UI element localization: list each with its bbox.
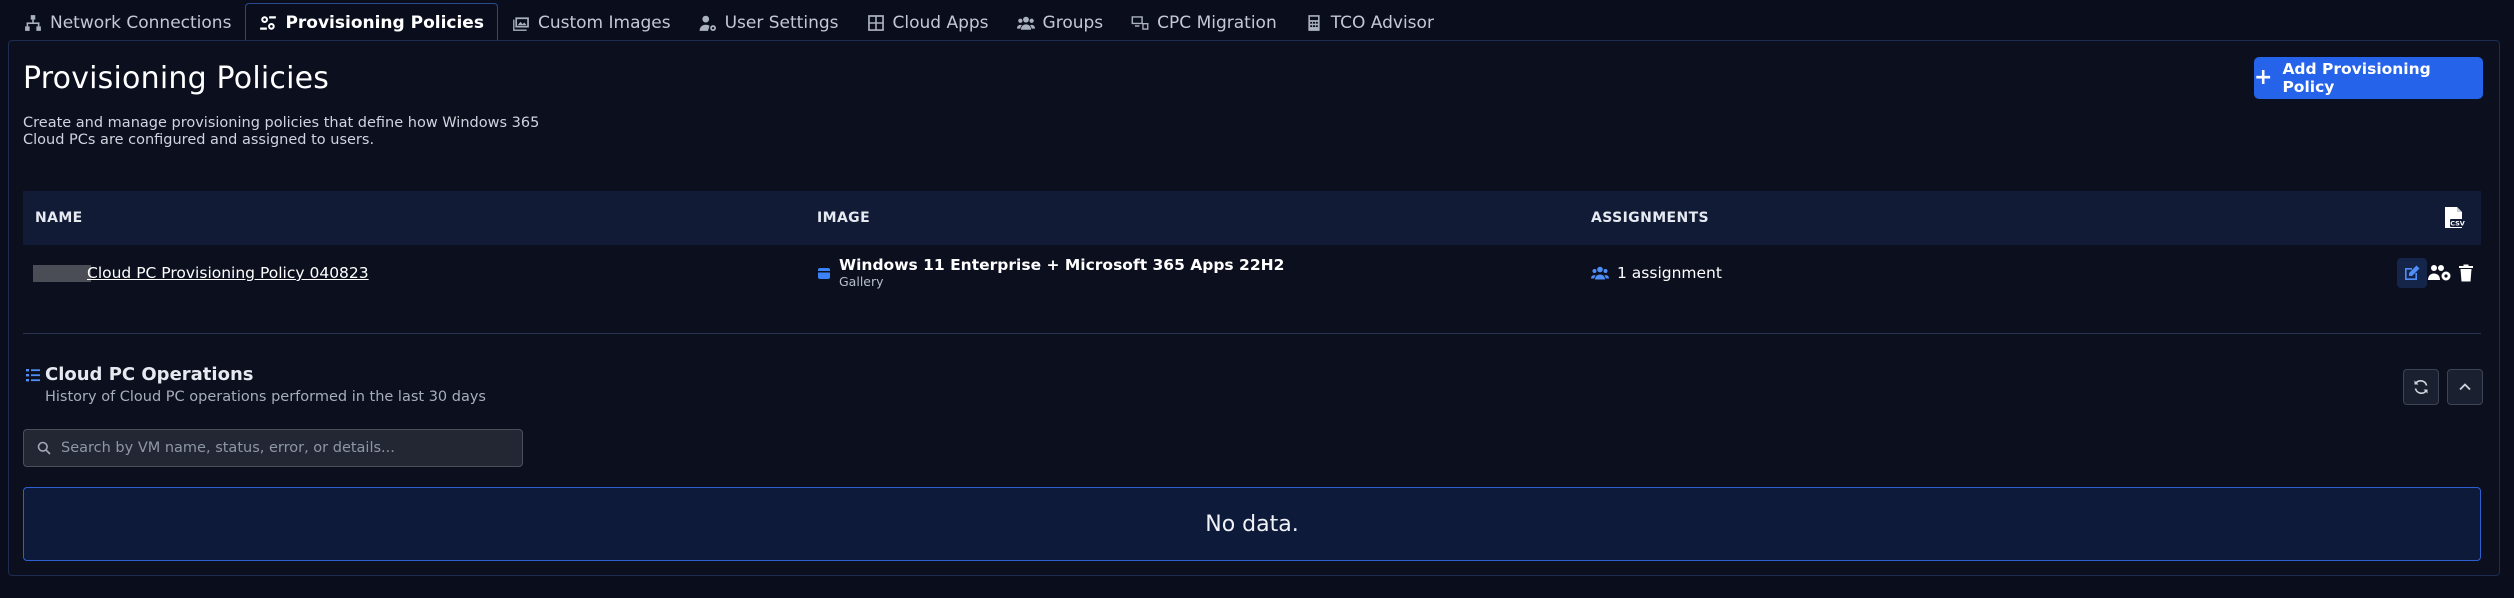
migration-icon <box>1131 15 1149 30</box>
tab-cpc-migration[interactable]: CPC Migration <box>1117 3 1291 41</box>
page-title: Provisioning Policies <box>23 61 330 96</box>
groups-icon <box>1016 16 1035 30</box>
tab-bar: Network Connections Provisioning Policie… <box>10 3 1448 41</box>
column-header-name[interactable]: NAME <box>35 191 83 245</box>
search-input[interactable] <box>59 439 503 457</box>
refresh-button[interactable] <box>2403 369 2439 405</box>
edit-icon <box>2405 265 2420 280</box>
section-divider <box>23 333 2481 334</box>
plus-icon: + <box>2254 65 2273 90</box>
trash-icon <box>2459 264 2473 282</box>
calculator-icon <box>1308 14 1320 31</box>
delete-policy-button[interactable] <box>2451 258 2481 288</box>
column-header-image[interactable]: IMAGE <box>817 191 870 245</box>
policy-assignments-cell: 1 assignment <box>1591 245 1722 301</box>
provisioning-policies-panel: Provisioning Policies Create and manage … <box>8 40 2500 576</box>
tab-label: Cloud Apps <box>892 12 989 33</box>
tab-label: Custom Images <box>537 12 671 33</box>
chevron-up-icon <box>2459 383 2471 391</box>
refresh-icon <box>2414 380 2428 394</box>
edit-policy-button[interactable] <box>2397 258 2427 288</box>
collapse-button[interactable] <box>2447 369 2483 405</box>
user-group-manage-icon <box>2428 265 2451 281</box>
user-settings-icon <box>699 15 716 31</box>
tab-provisioning-policies[interactable]: Provisioning Policies <box>245 3 498 41</box>
tab-groups[interactable]: Groups <box>1003 3 1118 41</box>
images-icon <box>513 16 529 31</box>
tab-custom-images[interactable]: Custom Images <box>498 3 685 41</box>
policy-image-cell: Windows 11 Enterprise + Microsoft 365 Ap… <box>817 245 1284 301</box>
tab-label: Groups <box>1042 12 1104 33</box>
network-icon <box>25 14 41 31</box>
tab-label: Network Connections <box>50 12 232 33</box>
image-type: Gallery <box>839 274 884 289</box>
policies-table-header: NAME IMAGE ASSIGNMENTS CSV <box>23 191 2481 245</box>
tab-user-settings[interactable]: User Settings <box>685 3 853 41</box>
policy-icon <box>260 15 277 30</box>
policy-name-cell: Cloud PC Provisioning Policy 040823 <box>33 245 369 301</box>
assignments-count: 1 assignment <box>1617 264 1722 282</box>
add-button-label: Add Provisioning Policy <box>2282 60 2431 96</box>
gallery-image-icon <box>818 268 830 279</box>
csv-export-icon[interactable]: CSV <box>2443 206 2465 230</box>
list-check-icon <box>26 369 40 382</box>
tab-network-connections[interactable]: Network Connections <box>10 3 245 41</box>
svg-text:CSV: CSV <box>2450 220 2465 228</box>
tab-label: User Settings <box>724 12 839 33</box>
policy-name-link[interactable]: Cloud PC Provisioning Policy 040823 <box>87 264 369 282</box>
grid-icon <box>867 14 884 31</box>
image-name: Windows 11 Enterprise + Microsoft 365 Ap… <box>839 256 1285 274</box>
table-row: Cloud PC Provisioning Policy 040823 Wind… <box>23 245 2481 301</box>
search-icon <box>37 441 51 455</box>
tab-label: CPC Migration <box>1157 12 1277 33</box>
redacted-text <box>33 264 91 282</box>
users-icon <box>1591 266 1609 280</box>
empty-state: No data. <box>23 487 2481 561</box>
tab-label: Provisioning Policies <box>285 12 484 33</box>
add-provisioning-policy-button[interactable]: + Add Provisioning Policy <box>2254 57 2483 99</box>
tab-tco-advisor[interactable]: TCO Advisor <box>1291 3 1448 41</box>
operations-subtitle: History of Cloud PC operations performed… <box>45 389 486 405</box>
page-description: Create and manage provisioning policies … <box>23 115 540 148</box>
tab-cloud-apps[interactable]: Cloud Apps <box>853 3 1003 41</box>
tab-label: TCO Advisor <box>1330 12 1434 33</box>
column-header-assignments[interactable]: ASSIGNMENTS <box>1591 191 1709 245</box>
operations-search <box>23 429 523 467</box>
operations-title: Cloud PC Operations <box>45 364 254 385</box>
